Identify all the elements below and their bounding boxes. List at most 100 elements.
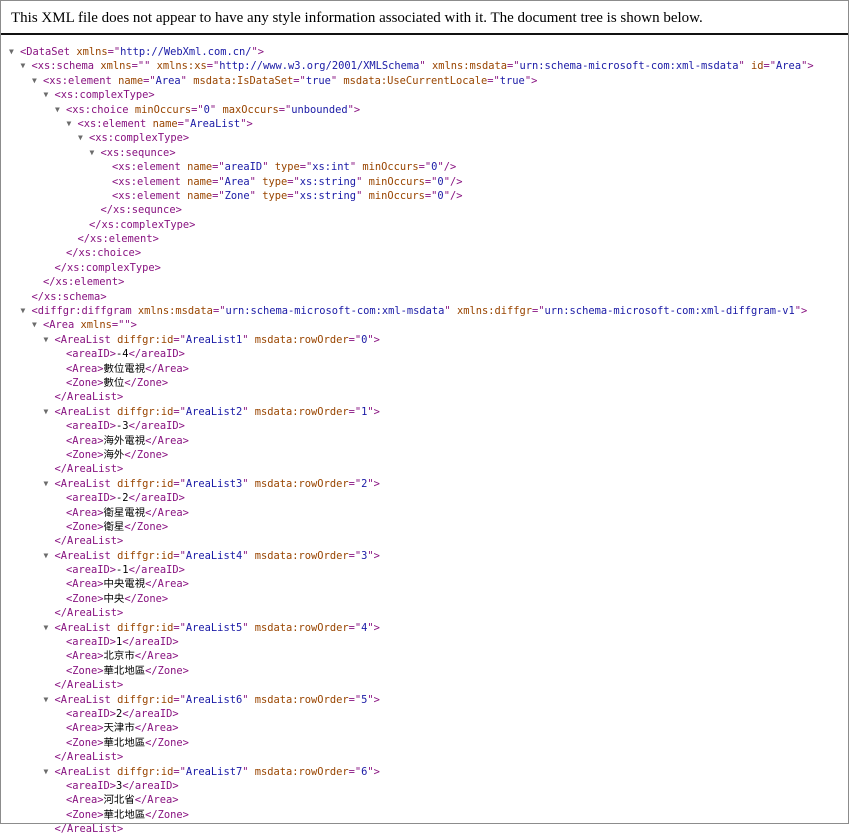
expand-toggle-icon[interactable]: ▼ xyxy=(9,45,20,59)
xml-tag-token: <Zone> xyxy=(66,520,104,533)
xml-attr-name: type xyxy=(262,175,288,188)
xml-tree-line: ▼ <AreaList diffgr:id="AreaList3" msdata:… xyxy=(9,477,844,491)
xml-tree-line: </xs:complexType> xyxy=(9,218,844,232)
xml-text-content: 數位電視 xyxy=(103,362,146,375)
xml-tag-token: <xs:complexType> xyxy=(89,132,190,145)
xml-tag-token: <Area> xyxy=(66,722,104,735)
xml-tag-token: =" xyxy=(212,305,226,318)
xml-attr-name: msdata:rowOrder xyxy=(254,765,349,778)
xml-attr-value: AreaList4 xyxy=(185,549,243,562)
expand-toggle-icon[interactable]: ▼ xyxy=(44,333,55,347)
xml-tag-token: </areaID> xyxy=(128,564,185,577)
expand-toggle-icon[interactable]: ▼ xyxy=(67,117,78,131)
xml-attr-name: name xyxy=(187,175,213,188)
xml-tag-token: </Area> xyxy=(145,434,189,447)
xml-tag-token: <Zone> xyxy=(66,808,104,821)
xml-tree-line: <xs:element name="Area" type="xs:string"… xyxy=(9,175,844,189)
xml-tag-token: "> xyxy=(367,333,380,346)
xml-tag-token: </xs:element> xyxy=(77,233,159,246)
xml-tag-token: <xs:element xyxy=(112,175,181,188)
xml-tree-line: ▼ <xs:element name="AreaList"> xyxy=(9,117,844,131)
xml-attr-name: msdata:rowOrder xyxy=(254,621,349,634)
xml-tag-token: <Area xyxy=(43,319,75,332)
xml-tag-token: </Zone> xyxy=(124,376,169,389)
xml-tag-token: <AreaList xyxy=(54,765,111,778)
xml-tree-line: </AreaList> xyxy=(9,534,844,548)
xml-tag-token: </areaID> xyxy=(128,492,185,505)
expand-toggle-icon[interactable]: ▼ xyxy=(44,765,55,779)
xml-attr-value: Area xyxy=(155,74,181,87)
expand-toggle-icon[interactable]: ▼ xyxy=(44,549,55,563)
expand-toggle-icon[interactable]: ▼ xyxy=(90,146,101,160)
xml-tag-token: </areaID> xyxy=(128,348,185,361)
xml-tag-token: =" xyxy=(418,161,432,174)
xml-tree-line: </xs:choice> xyxy=(9,246,844,260)
xml-tag-token: =" xyxy=(212,175,225,188)
xml-attr-value: Area xyxy=(776,60,802,73)
expand-toggle-icon[interactable]: ▼ xyxy=(21,304,32,318)
xml-tree-line: <Zone>華北地區</Zone> xyxy=(9,808,844,822)
xml-tag-token: <areaID> xyxy=(66,636,117,649)
xml-tag-token: "> xyxy=(367,765,380,778)
xml-tag-token: </xs:complexType> xyxy=(89,218,196,231)
xml-tag-token: <Zone> xyxy=(66,736,104,749)
xml-tag-token: =" xyxy=(348,549,362,562)
xml-tag-token: "> xyxy=(347,103,361,116)
xml-tag-token: "> xyxy=(251,46,264,58)
xml-tag-token: </xs:sequnce> xyxy=(100,204,182,217)
xml-tag-token: </Zone> xyxy=(124,448,169,461)
xml-tag-token: "/> xyxy=(437,161,457,174)
xml-tag-token: <diffgr:diffgram xyxy=(31,305,132,318)
xml-attr-name: name xyxy=(118,74,144,87)
xml-attr-name: diffgr:id xyxy=(117,333,174,346)
expand-toggle-icon[interactable]: ▼ xyxy=(44,88,55,102)
expand-toggle-icon[interactable]: ▼ xyxy=(44,693,55,707)
xml-tree-line: <Zone>海外</Zone> xyxy=(9,448,844,462)
xml-tag-token: <xs:choice xyxy=(66,103,129,116)
expand-toggle-icon[interactable]: ▼ xyxy=(32,318,43,332)
xml-attr-name: diffgr:id xyxy=(117,477,174,490)
xml-tag-token: </areaID> xyxy=(122,636,179,649)
xml-tree-line: <Area>北京市</Area> xyxy=(9,649,844,663)
xml-attr-value: urn:schema-microsoft-com:xml-msdata xyxy=(225,305,445,318)
expand-toggle-icon[interactable]: ▼ xyxy=(55,103,66,117)
xml-tree-line: </xs:element> xyxy=(9,275,844,289)
xml-tag-token: "> xyxy=(367,621,380,634)
xml-tag-token: </Zone> xyxy=(124,592,169,605)
xml-tag-token: <Area> xyxy=(66,794,104,807)
xml-tree-line: </AreaList> xyxy=(9,822,844,836)
xml-tree-line: <Area>中央電視</Area> xyxy=(9,577,844,591)
xml-tree-line: <Zone>華北地區</Zone> xyxy=(9,664,844,678)
xml-tag-token: <AreaList xyxy=(54,405,111,418)
xml-text-content: 天津市 xyxy=(103,722,135,735)
xml-tag-token: <Area> xyxy=(66,362,104,375)
xml-tree-line: <areaID>-1</areaID> xyxy=(9,563,844,577)
xml-tag-token: =" xyxy=(348,333,362,346)
xml-attr-value: true xyxy=(499,74,525,87)
expand-toggle-icon[interactable]: ▼ xyxy=(44,477,55,491)
expand-toggle-icon[interactable]: ▼ xyxy=(44,405,55,419)
expand-toggle-icon[interactable]: ▼ xyxy=(44,621,55,635)
xml-tag-token: <Zone> xyxy=(66,592,104,605)
xml-tag-token: =" xyxy=(177,117,191,130)
xml-tree-line: <areaID>1</areaID> xyxy=(9,635,844,649)
xml-attr-name: msdata:rowOrder xyxy=(254,549,349,562)
xml-tag-token: =" xyxy=(107,46,121,58)
xml-tag-token: </AreaList> xyxy=(54,391,124,404)
xml-attr-name: msdata:rowOrder xyxy=(254,477,349,490)
xml-tag-token: =" xyxy=(191,103,204,116)
xml-tag-token: "> xyxy=(801,60,814,73)
expand-toggle-icon[interactable]: ▼ xyxy=(32,74,43,88)
xml-text-content: -4 xyxy=(116,348,129,361)
xml-tree-line: </AreaList> xyxy=(9,678,844,692)
expand-toggle-icon[interactable]: ▼ xyxy=(78,131,89,145)
xml-attr-value: AreaList7 xyxy=(185,765,243,778)
xml-tag-token: "/> xyxy=(443,189,463,202)
xml-tree-line: </xs:element> xyxy=(9,232,844,246)
xml-tree-line: ▼ <AreaList diffgr:id="AreaList5" msdata:… xyxy=(9,621,844,635)
xml-tag-token: =" xyxy=(131,60,145,73)
xml-attr-value: xs:string xyxy=(299,189,357,202)
xml-tag-token: "> xyxy=(367,693,380,706)
expand-toggle-icon[interactable]: ▼ xyxy=(21,59,32,73)
xml-tag-token: <AreaList xyxy=(54,621,111,634)
